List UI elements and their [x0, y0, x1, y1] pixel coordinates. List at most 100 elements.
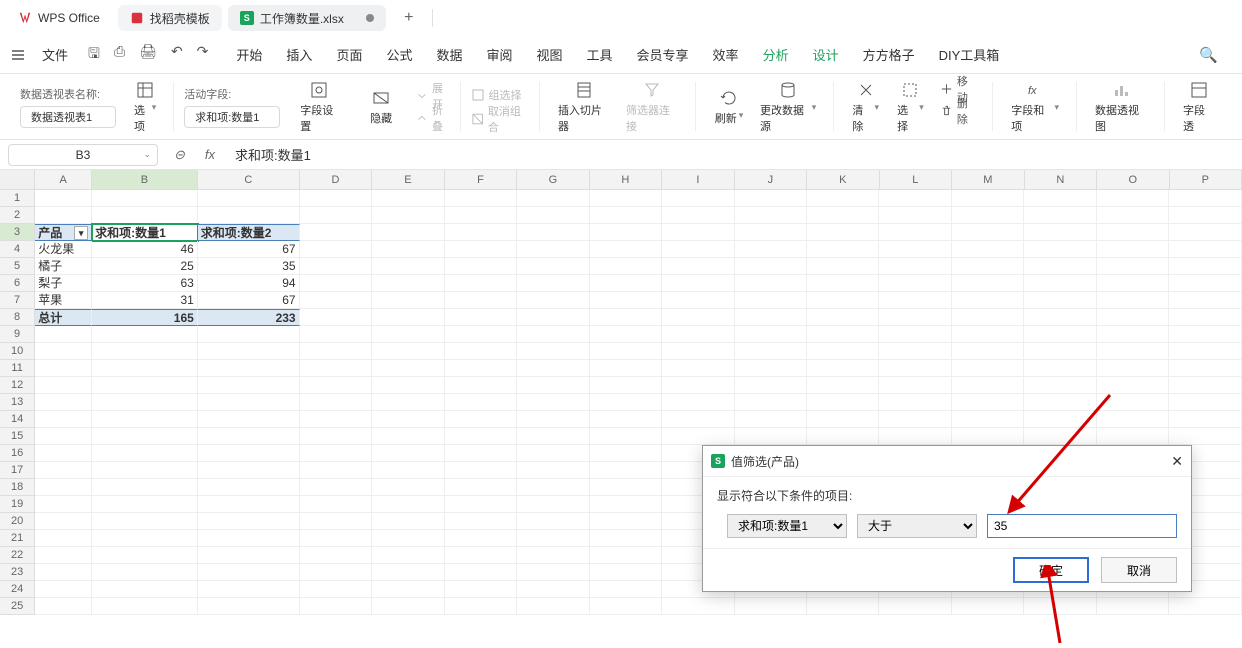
menu-vip[interactable]: 会员专享 [625, 36, 701, 74]
cell[interactable] [517, 598, 589, 615]
cell[interactable] [92, 564, 198, 581]
cell[interactable] [300, 360, 372, 377]
cell[interactable] [590, 224, 662, 241]
cell[interactable] [662, 598, 734, 615]
cell[interactable] [1024, 224, 1096, 241]
cell[interactable] [445, 394, 517, 411]
cell[interactable] [952, 309, 1024, 326]
cell[interactable] [300, 224, 372, 241]
cell[interactable] [35, 496, 92, 513]
ok-button[interactable]: 确定 [1013, 557, 1089, 583]
cell[interactable] [1024, 292, 1096, 309]
cell[interactable] [1169, 190, 1241, 207]
change-source-button[interactable]: 更改数据源▾ [752, 76, 824, 138]
cell[interactable] [92, 190, 198, 207]
cell[interactable] [517, 292, 589, 309]
cell[interactable] [952, 394, 1024, 411]
cell[interactable] [590, 190, 662, 207]
cell[interactable] [198, 411, 300, 428]
cell[interactable] [35, 445, 92, 462]
cell[interactable] [35, 530, 92, 547]
cell[interactable] [807, 326, 879, 343]
cell[interactable] [1097, 360, 1169, 377]
cell[interactable] [300, 190, 372, 207]
menu-start[interactable]: 开始 [224, 36, 274, 74]
cell[interactable] [590, 207, 662, 224]
cell[interactable] [807, 241, 879, 258]
cell[interactable] [662, 428, 734, 445]
cell[interactable] [517, 411, 589, 428]
cell[interactable] [590, 258, 662, 275]
row-header[interactable]: 19 [0, 496, 35, 513]
cell[interactable] [517, 564, 589, 581]
cell[interactable] [1169, 292, 1241, 309]
delete-button[interactable]: 删除 [940, 102, 977, 120]
zoom-icon[interactable]: ⊝ [168, 147, 191, 163]
col-header[interactable]: M [952, 170, 1024, 189]
cell[interactable] [445, 326, 517, 343]
print-icon[interactable]: 🖨 [139, 43, 157, 67]
cell[interactable] [662, 377, 734, 394]
refresh-button[interactable]: 刷新▾ [706, 76, 752, 138]
close-icon[interactable]: ✕ [1171, 453, 1183, 470]
cell[interactable] [517, 190, 589, 207]
row-header[interactable]: 6 [0, 275, 35, 292]
row-header[interactable]: 8 [0, 309, 35, 326]
active-field-button[interactable]: 求和项:数量1 [184, 106, 280, 128]
cell[interactable] [590, 598, 662, 615]
cell[interactable] [517, 530, 589, 547]
cell[interactable] [1097, 428, 1169, 445]
col-header[interactable]: H [590, 170, 662, 189]
cell[interactable] [1024, 377, 1096, 394]
cell[interactable] [1024, 598, 1096, 615]
cell[interactable] [807, 377, 879, 394]
cell[interactable] [300, 309, 372, 326]
cell[interactable] [1024, 326, 1096, 343]
fx-icon[interactable]: fx [201, 147, 219, 162]
cell[interactable] [92, 479, 198, 496]
cell[interactable] [952, 275, 1024, 292]
cell[interactable] [807, 258, 879, 275]
cell[interactable] [662, 360, 734, 377]
cell[interactable] [445, 564, 517, 581]
cell[interactable] [35, 513, 92, 530]
cell[interactable] [198, 530, 300, 547]
cell[interactable] [300, 377, 372, 394]
cell[interactable] [198, 377, 300, 394]
cell[interactable] [35, 207, 92, 224]
cell[interactable]: 233 [198, 309, 300, 326]
row-header[interactable]: 4 [0, 241, 35, 258]
cell[interactable] [1024, 411, 1096, 428]
cell[interactable] [807, 309, 879, 326]
tab-template[interactable]: 找稻壳模板 [118, 5, 222, 31]
cell[interactable] [300, 394, 372, 411]
cell[interactable] [198, 428, 300, 445]
cell[interactable]: 67 [198, 292, 300, 309]
menu-page[interactable]: 页面 [324, 36, 374, 74]
row-header[interactable]: 11 [0, 360, 35, 377]
cell[interactable] [300, 530, 372, 547]
cell[interactable] [590, 513, 662, 530]
cell[interactable] [1024, 241, 1096, 258]
cell[interactable] [590, 343, 662, 360]
cell[interactable] [735, 275, 807, 292]
cell[interactable] [879, 326, 951, 343]
cell[interactable] [300, 343, 372, 360]
cell[interactable] [590, 581, 662, 598]
cell[interactable] [35, 394, 92, 411]
cell[interactable] [517, 258, 589, 275]
cell[interactable] [198, 326, 300, 343]
cell[interactable] [198, 343, 300, 360]
col-header[interactable]: P [1170, 170, 1242, 189]
cell[interactable] [445, 462, 517, 479]
search-icon[interactable]: 🔍 [1185, 46, 1232, 64]
cell[interactable] [590, 411, 662, 428]
cell[interactable] [445, 275, 517, 292]
menu-data[interactable]: 数据 [424, 36, 474, 74]
cell[interactable] [1169, 360, 1241, 377]
cell[interactable] [445, 377, 517, 394]
cell[interactable] [372, 241, 444, 258]
cell[interactable]: 求和项:数量1 [92, 224, 198, 241]
cell[interactable] [735, 394, 807, 411]
fields-items-button[interactable]: fx 字段和项▾ [1003, 76, 1067, 138]
